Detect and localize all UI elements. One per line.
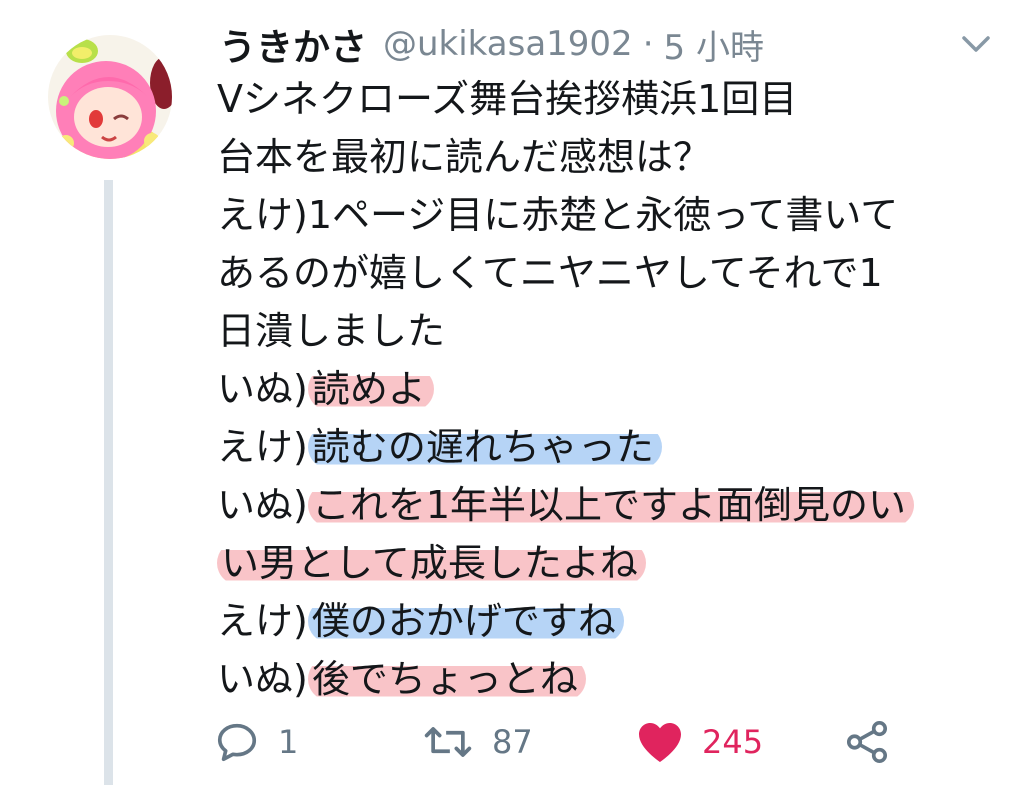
- tweet-line: 台本を最初に読んだ感想は？: [217, 128, 1007, 186]
- tweet-line: い男として成長したよね: [217, 534, 1007, 592]
- avatar[interactable]: [48, 35, 172, 159]
- author-handle[interactable]: @ukikasa1902: [383, 24, 633, 64]
- tweet-line: えけ) 僕のおかげですね: [217, 592, 1007, 650]
- share-button[interactable]: [844, 712, 890, 772]
- speaker-label: いぬ): [217, 657, 308, 701]
- reply-button[interactable]: 1: [214, 712, 298, 772]
- line-text: い男として成長したよね: [217, 541, 646, 585]
- speaker-label: いぬ): [217, 367, 308, 411]
- reply-count: 1: [278, 723, 299, 761]
- tweet-timestamp[interactable]: 5 小時: [664, 20, 764, 69]
- speaker-label: いぬ): [217, 483, 308, 527]
- speaker-label: えけ): [217, 425, 308, 469]
- like-button[interactable]: 245: [636, 712, 763, 772]
- speaker-label: えけ): [217, 193, 308, 237]
- speaker-label: えけ): [217, 599, 308, 643]
- share-icon: [846, 721, 888, 763]
- line-text: 1ページ目に赤楚と永徳って書いて: [307, 193, 899, 237]
- retweet-icon: [424, 727, 472, 757]
- line-text: 僕のおかげですね: [307, 599, 624, 643]
- author-name[interactable]: うきかさ: [219, 17, 367, 71]
- line-text: 台本を最初に読んだ感想は？: [217, 135, 712, 179]
- tweet-header: うきかさ @ukikasa1902 · 5 小時: [219, 14, 764, 74]
- heart-icon: [639, 723, 681, 762]
- tweet-line: Vシネクローズ舞台挨拶横浜1回目: [217, 70, 1007, 128]
- line-text: Vシネクローズ舞台挨拶横浜1回目: [217, 77, 798, 121]
- line-text: 後でちょっとね: [307, 657, 586, 701]
- line-text: 読むの遅れちゃった: [307, 425, 662, 469]
- tweet-line: えけ)1ページ目に赤楚と永徳って書いて: [217, 186, 1007, 244]
- tweet-line: えけ) 読むの遅れちゃった: [217, 418, 1007, 476]
- tweet-line: いぬ) 読めよ: [217, 360, 1007, 418]
- header-separator: ·: [642, 24, 654, 64]
- retweet-count: 87: [492, 723, 533, 761]
- tweet-text: Vシネクローズ舞台挨拶横浜1回目 台本を最初に読んだ感想は？ えけ)1ページ目に…: [217, 70, 1007, 708]
- tweet-line: いぬ) これを1年半以上ですよ面倒見のい: [217, 476, 1007, 534]
- line-text: 読めよ: [307, 367, 434, 411]
- tweet-line: 日潰しました: [217, 302, 1007, 360]
- line-text: あるのが嬉しくてニヤニヤしてそれで1: [217, 251, 883, 295]
- line-text: 日潰しました: [217, 309, 446, 353]
- avatar-image: [48, 35, 172, 159]
- reply-icon: [217, 723, 257, 762]
- tweet-line: あるのが嬉しくてニヤニヤしてそれで1: [217, 244, 1007, 302]
- like-count: 245: [702, 723, 764, 761]
- line-text: これを1年半以上ですよ面倒見のい: [307, 483, 915, 527]
- thread-line: [104, 180, 113, 785]
- chevron-down-icon[interactable]: [956, 30, 996, 58]
- tweet-actions: 1 87 245: [214, 712, 914, 772]
- tweet-line: いぬ) 後でちょっとね: [217, 650, 1007, 708]
- retweet-button[interactable]: 87: [422, 712, 533, 772]
